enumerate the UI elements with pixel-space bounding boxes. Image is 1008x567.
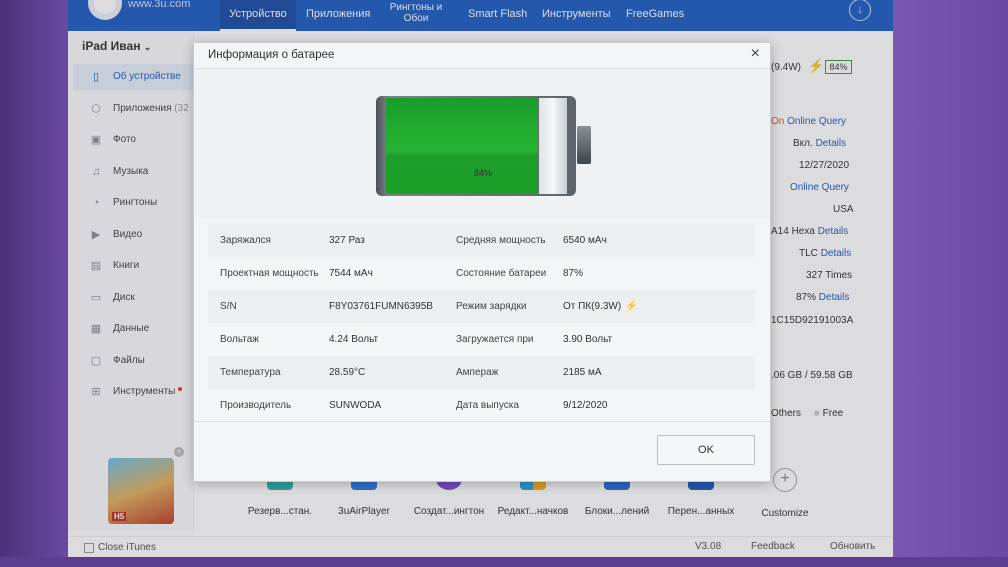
- row-value: 28.59°C: [329, 367, 366, 378]
- divider: [194, 421, 770, 422]
- row-label: Режим зарядки: [456, 301, 527, 312]
- row-label: Температура: [220, 367, 281, 378]
- row-label: Вольтаж: [220, 334, 259, 345]
- table-row: S/N F8Y03761FUMN6395B Режим зарядки От П…: [208, 290, 755, 323]
- battery-graphic-area: 84%: [194, 69, 770, 219]
- close-icon[interactable]: ×: [751, 45, 760, 63]
- background-bottom: [0, 557, 1008, 567]
- dialog-title: Информация о батарее: [208, 49, 335, 61]
- row-label: Загружается при: [456, 334, 534, 345]
- background-left: [0, 0, 68, 567]
- row-value: F8Y03761FUMN6395B: [329, 301, 433, 312]
- row-value: 6540 мАч: [563, 235, 607, 246]
- table-row: Вольтаж 4.24 Вольт Загружается при 3.90 …: [208, 323, 755, 356]
- battery-percentage-label: 84%: [474, 168, 493, 178]
- table-row: Заряжался 327 Раз Средняя мощность 6540 …: [208, 224, 755, 257]
- row-label: Средняя мощность: [456, 235, 546, 246]
- row-value: 3.90 Вольт: [563, 334, 613, 345]
- row-value: От ПК(9.3W): [563, 301, 622, 312]
- battery-info-table: Заряжался 327 Раз Средняя мощность 6540 …: [208, 224, 755, 422]
- charge-mode-value: От ПК(9.3W) ⚡: [563, 301, 638, 312]
- background-right: [893, 0, 1008, 567]
- row-label: Ампераж: [456, 367, 499, 378]
- battery-info-dialog: Информация о батарее × 84% Заряжался 327…: [193, 42, 771, 482]
- table-row: Производитель SUNWODA Дата выпуска 9/12/…: [208, 389, 755, 422]
- row-label: Состояние батареи: [456, 268, 547, 279]
- row-value: 327 Раз: [329, 235, 365, 246]
- row-label: Производитель: [220, 400, 292, 411]
- battery-graphic: [376, 96, 576, 196]
- table-row: Проектная мощность 7544 мАч Состояние ба…: [208, 257, 755, 290]
- ok-button[interactable]: OK: [657, 435, 755, 465]
- table-row: Температура 28.59°C Ампераж 2185 мА: [208, 356, 755, 389]
- row-label: S/N: [220, 301, 237, 312]
- row-value: SUNWODA: [329, 400, 382, 411]
- row-value: 4.24 Вольт: [329, 334, 379, 345]
- charging-bolt-icon: ⚡: [625, 301, 638, 312]
- row-value: 9/12/2020: [563, 400, 608, 411]
- row-value: 2185 мА: [563, 367, 602, 378]
- row-label: Дата выпуска: [456, 400, 519, 411]
- row-label: Проектная мощность: [220, 268, 319, 279]
- battery-empty-portion: [539, 98, 567, 194]
- row-value: 7544 мАч: [329, 268, 373, 279]
- row-label: Заряжался: [220, 235, 271, 246]
- row-value: 87%: [563, 268, 584, 279]
- battery-terminal: [577, 126, 591, 164]
- battery-fill: [386, 98, 538, 194]
